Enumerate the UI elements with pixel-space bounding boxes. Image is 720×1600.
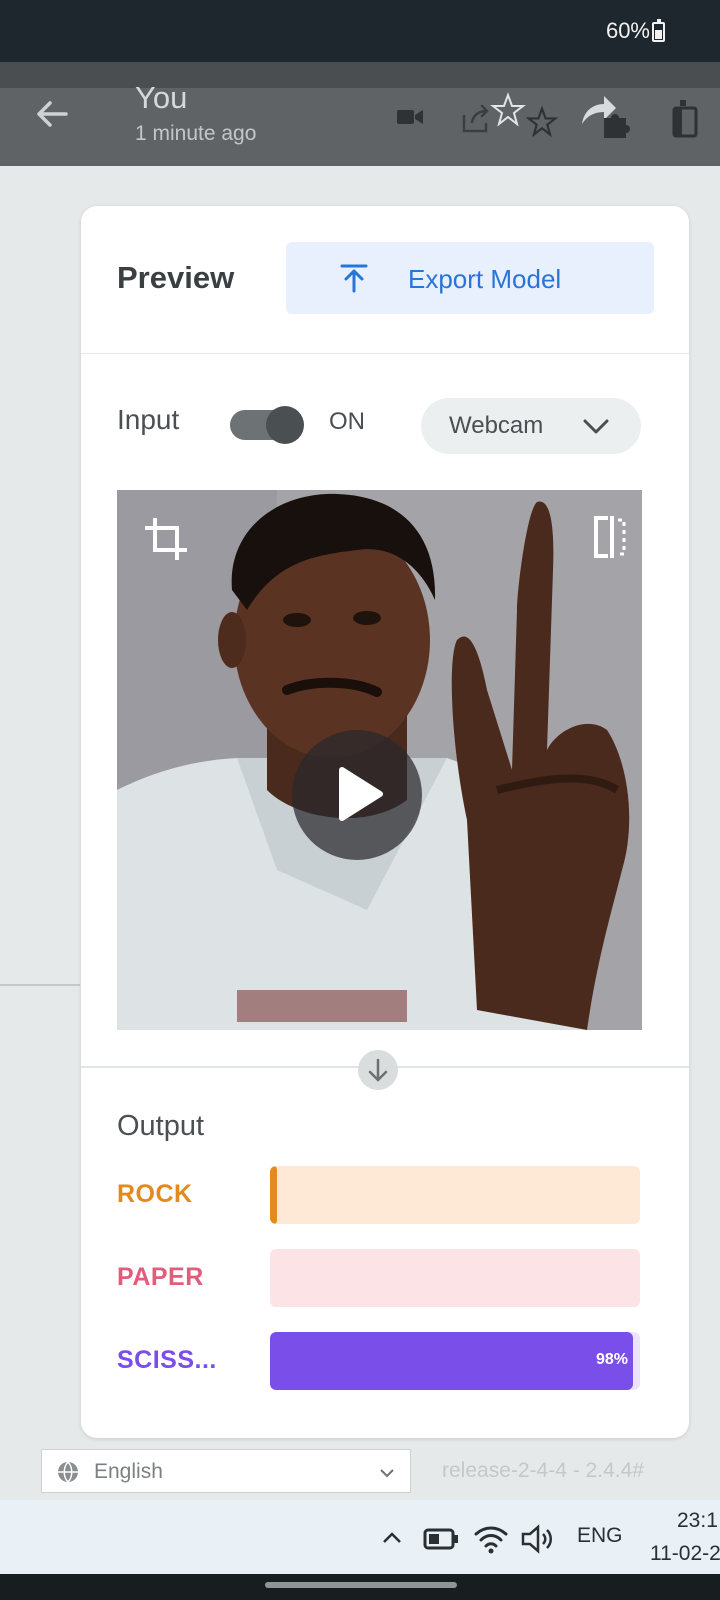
arrow-down-icon (358, 1050, 398, 1090)
battery-percent: 60% (605, 18, 650, 43)
input-source-select[interactable]: Webcam (421, 398, 641, 454)
confidence-fill (270, 1332, 633, 1390)
battery-icon (652, 19, 665, 42)
globe-icon (58, 1461, 78, 1483)
volume-icon[interactable] (520, 1524, 558, 1554)
class-name: PAPER (117, 1263, 204, 1291)
sidebar-icon[interactable] (670, 98, 700, 138)
preview-panel: Preview Export Model Input ON Webcam Out… (81, 206, 689, 1438)
crop-icon[interactable] (143, 516, 189, 562)
star-outline-icon[interactable] (526, 106, 558, 138)
confidence-bar (270, 1249, 640, 1307)
chevron-up-icon[interactable] (380, 1526, 404, 1550)
confidence-label: 98% (595, 1351, 628, 1368)
upload-icon (340, 264, 368, 293)
chevron-down-icon (380, 1469, 394, 1478)
toggle-knob (266, 406, 304, 444)
output-label: Output (117, 1110, 205, 1142)
preview-title: Preview (117, 260, 235, 295)
class-row-scissors: SCISS... 98% (117, 1332, 647, 1390)
chevron-down-icon (583, 419, 609, 434)
wifi-icon[interactable] (474, 1524, 508, 1554)
export-model-label: Export Model (408, 264, 562, 294)
clock-date[interactable]: 11-02-2 (650, 1542, 720, 1566)
export-model-button[interactable]: Export Model (286, 242, 654, 314)
puzzle-icon[interactable] (598, 106, 634, 142)
class-name: ROCK (117, 1180, 193, 1208)
phone-status-bar: 60% (0, 0, 720, 62)
page-divider (0, 984, 80, 986)
home-indicator[interactable] (265, 1582, 457, 1588)
input-label: Input (117, 404, 180, 435)
clock-time[interactable]: 23:1 (677, 1509, 718, 1533)
toggle-state: ON (329, 408, 365, 435)
share-icon[interactable] (458, 102, 492, 136)
windows-taskbar: ENG 23:1 11-02-2 (0, 1500, 720, 1574)
confidence-bar (270, 1166, 640, 1224)
input-toggle[interactable] (230, 406, 304, 444)
battery-icon[interactable] (423, 1526, 459, 1552)
class-row-rock: ROCK (117, 1166, 647, 1224)
confidence-bar: 98% (270, 1332, 640, 1390)
confidence-fill (270, 1166, 278, 1224)
input-controls: Input ON Webcam (81, 356, 689, 484)
input-source-value: Webcam (449, 412, 544, 439)
back-icon[interactable] (30, 92, 74, 136)
phone-nav-bar (0, 1574, 720, 1600)
preview-header: Preview Export Model (81, 206, 689, 354)
webcam-feed (117, 490, 642, 1030)
language-select[interactable]: English (41, 1449, 411, 1493)
browser-tab-strip (0, 62, 720, 88)
post-time: 1 minute ago (135, 122, 257, 145)
language-value: English (94, 1460, 163, 1483)
star-icon[interactable] (490, 92, 526, 128)
play-icon (339, 767, 383, 821)
input-language[interactable]: ENG (577, 1524, 623, 1548)
video-camera-icon[interactable] (395, 102, 425, 132)
release-version: release-2-4-4 - 2.4.4# (442, 1459, 644, 1482)
play-button[interactable] (292, 730, 422, 860)
class-row-paper: PAPER (117, 1249, 647, 1307)
post-author: You (135, 80, 188, 115)
flip-icon[interactable] (590, 514, 630, 560)
video-player-header: You 1 minute ago (0, 62, 720, 166)
class-name: SCISS... (117, 1346, 217, 1374)
